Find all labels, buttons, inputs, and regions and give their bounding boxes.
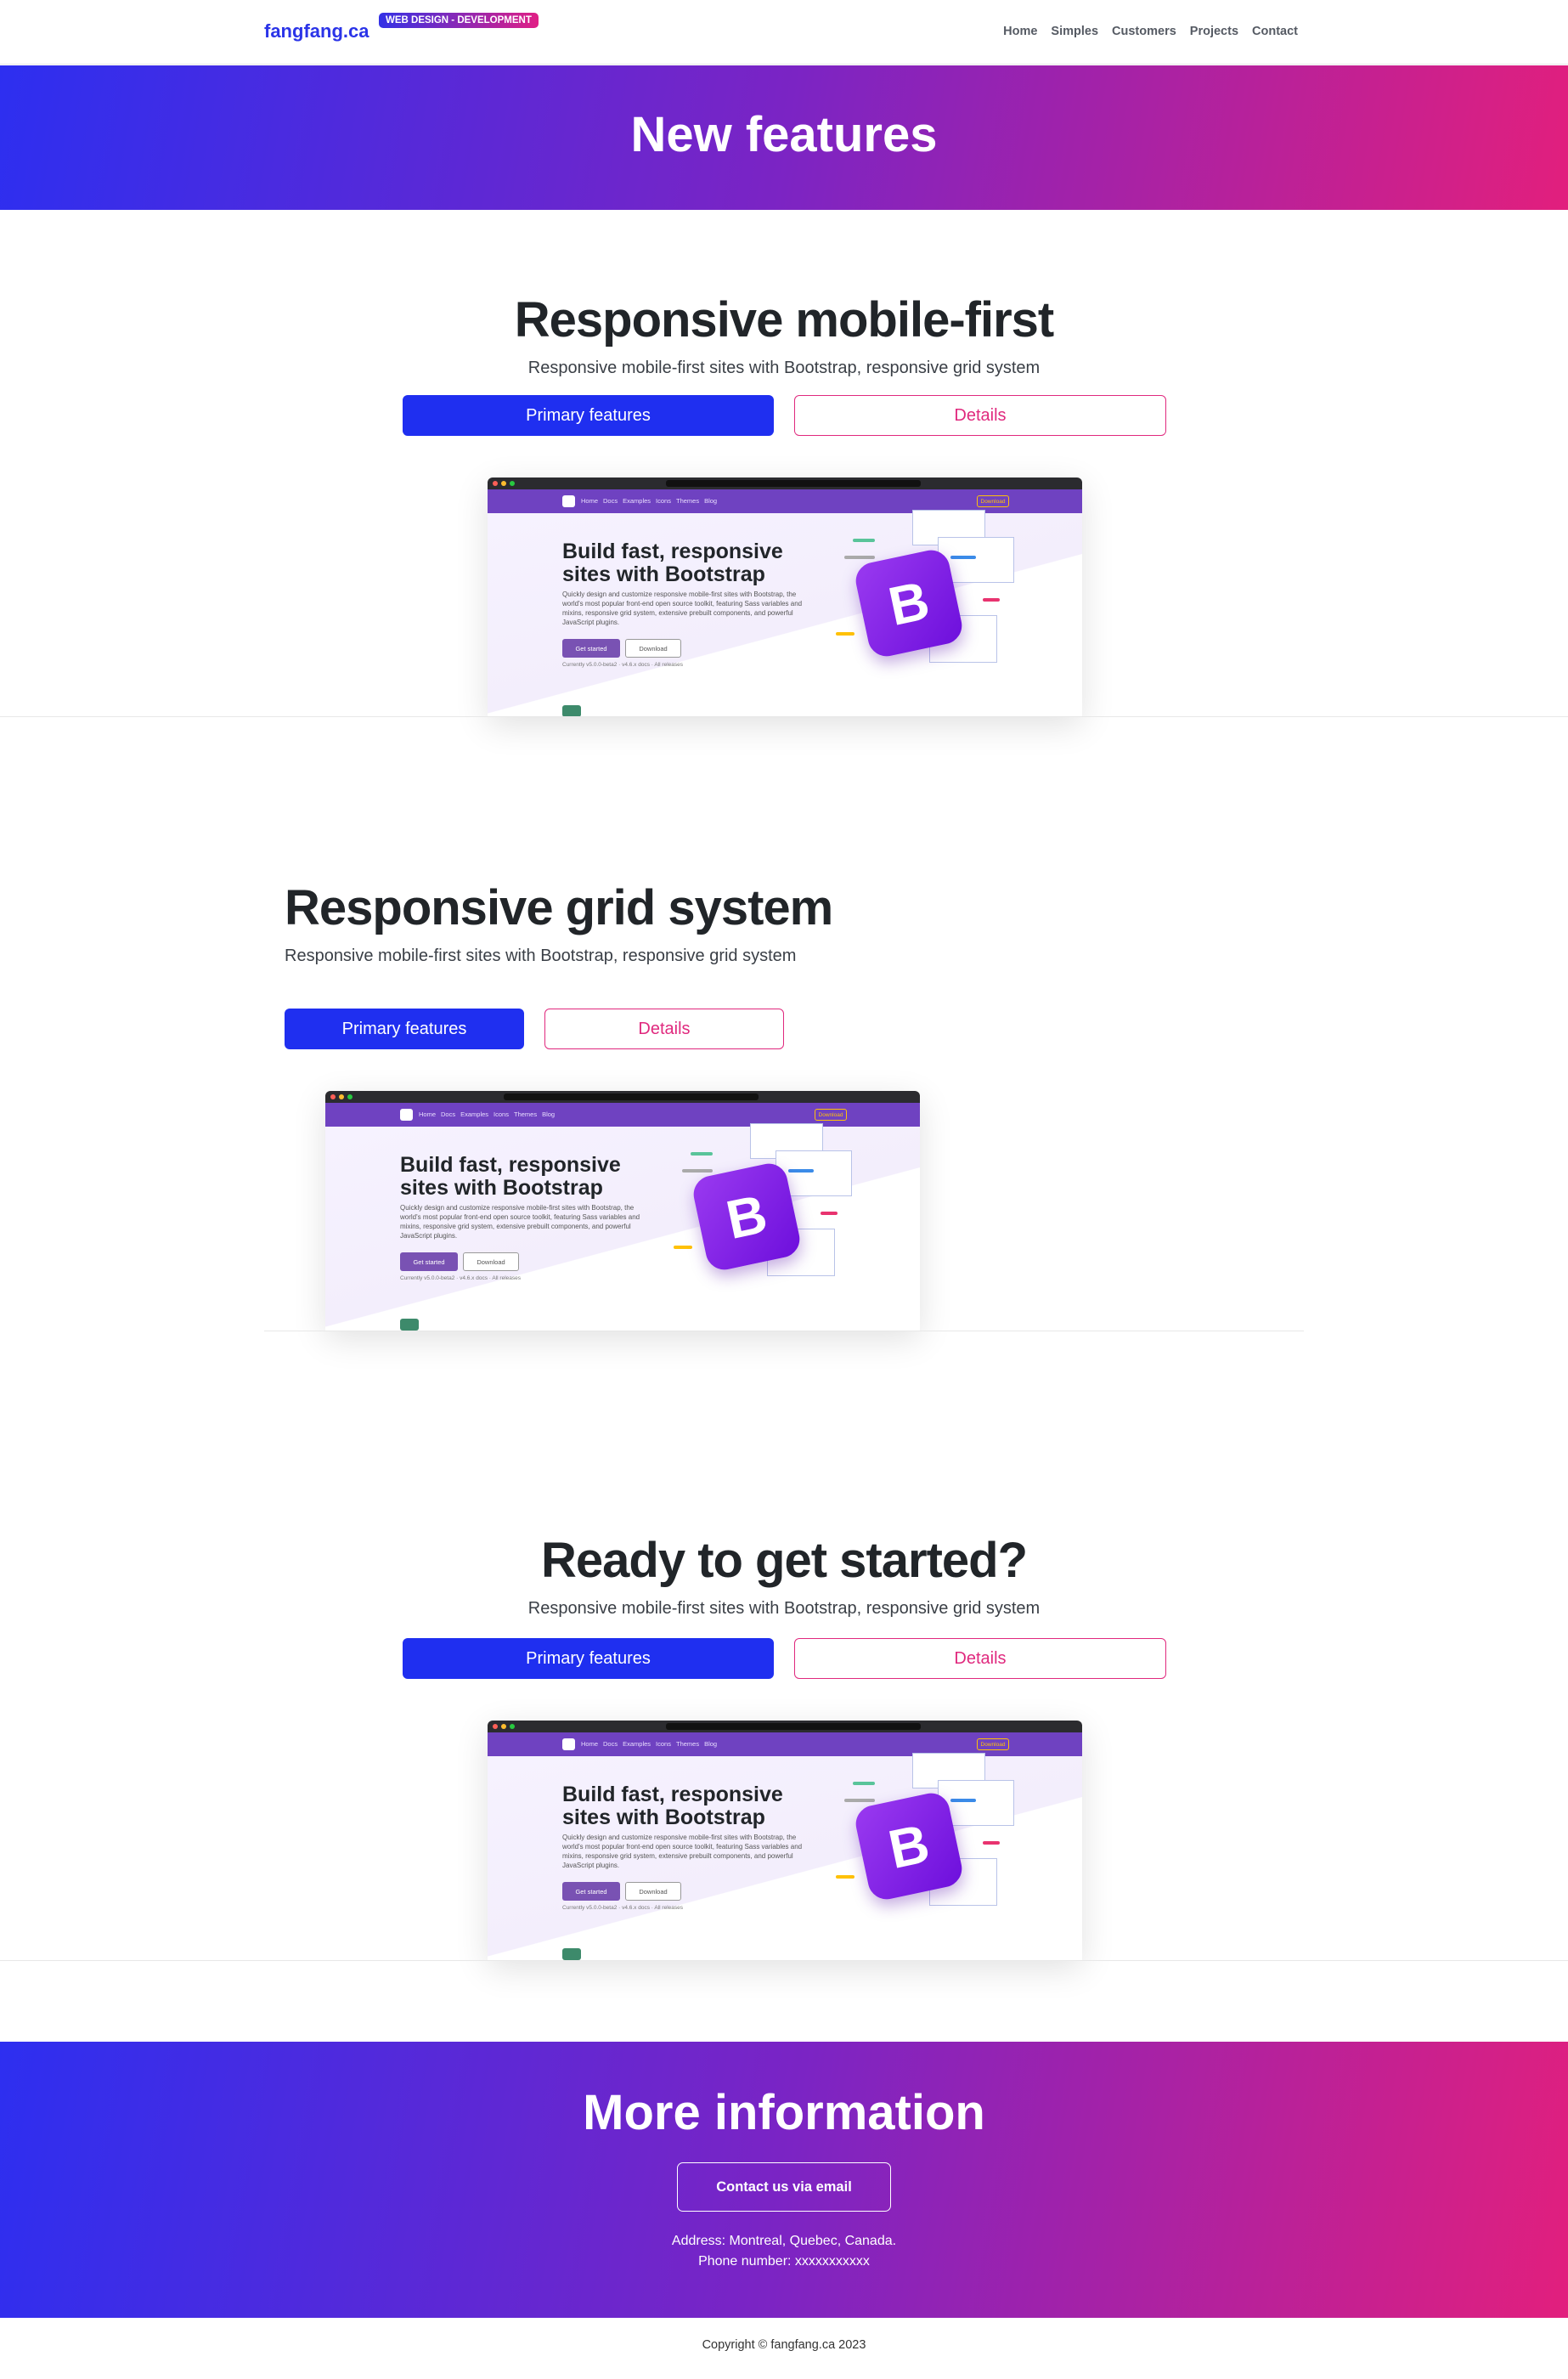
mock-nav-item: Blog — [704, 497, 718, 505]
phone-text: Phone number: xxxxxxxxxxx — [698, 2254, 870, 2269]
mock-nav-item: Themes — [675, 1740, 700, 1748]
mock-nav-item: Blog — [704, 1740, 718, 1748]
contact-email-button[interactable]: Contact us via email — [677, 2162, 891, 2212]
details-button[interactable]: Details — [794, 1638, 1166, 1679]
navbar: fangfang.ca WEB DESIGN - DEVELOPMENT Hom… — [0, 0, 1568, 65]
section-subtitle: Responsive mobile-first sites with Boots… — [527, 359, 1041, 377]
copyright: Copyright © fangfang.ca 2023 — [702, 2338, 866, 2352]
mock-download-btn: Download — [625, 639, 681, 658]
mock-headline: Build fast, responsive sites with Bootst… — [562, 540, 783, 586]
mock-nav-item: Examples — [623, 1740, 651, 1748]
section-title: Ready to get started? — [541, 1533, 1028, 1588]
more-information-banner: More information Contact us via email Ad… — [0, 2042, 1568, 2318]
feature-section-1: Responsive mobile-first Responsive mobil… — [0, 211, 1568, 717]
nav-link-customers[interactable]: Customers — [1112, 25, 1176, 38]
mock-get-started: Get started — [400, 1252, 458, 1271]
mock-nav-item: Home — [419, 1110, 437, 1118]
bootstrap-b-icon: B — [852, 546, 966, 660]
mock-nav-item: Themes — [675, 497, 700, 505]
bootstrap-logo-icon — [400, 1109, 413, 1121]
brand-logo[interactable]: fangfang.ca — [264, 20, 369, 42]
bootstrap-screenshot: Home Docs Examples Icons Themes Blog Dow… — [325, 1091, 920, 1331]
nav-links: Home Simples Customers Projects Contact — [1003, 25, 1298, 38]
mock-paragraph: Quickly design and customize responsive … — [562, 1834, 803, 1869]
bootstrap-b-icon: B — [852, 1789, 966, 1903]
mock-nav-item: Examples — [460, 1110, 489, 1118]
primary-features-button[interactable]: Primary features — [403, 395, 774, 436]
hero-title: New features — [630, 107, 938, 162]
mock-nav-item: Home — [581, 497, 599, 505]
details-button[interactable]: Details — [794, 395, 1166, 436]
bootstrap-screenshot: Home Docs Examples Icons Themes Blog Dow… — [488, 477, 1082, 717]
mock-nav-item: Blog — [542, 1110, 556, 1118]
mock-nav-item: Docs — [603, 497, 618, 505]
details-button[interactable]: Details — [544, 1009, 784, 1049]
mock-paragraph: Quickly design and customize responsive … — [400, 1204, 640, 1240]
mock-nav-item: Icons — [656, 497, 671, 505]
mock-currently: Currently v5.0.0-beta2 · v4.6.x docs · A… — [562, 1905, 683, 1911]
mock-nav-item: Examples — [623, 497, 651, 505]
mock-nav-item: Home — [581, 1740, 599, 1748]
nav-link-contact[interactable]: Contact — [1252, 25, 1298, 38]
mock-nav-item: Themes — [513, 1110, 538, 1118]
bootstrap-b-icon: B — [690, 1160, 804, 1274]
mock-headline: Build fast, responsive sites with Bootst… — [562, 1783, 783, 1829]
mock-nav-item: Icons — [656, 1740, 671, 1748]
feature-section-2: Responsive grid system Responsive mobile… — [0, 718, 1568, 1331]
nav-link-projects[interactable]: Projects — [1190, 25, 1238, 38]
mock-get-started: Get started — [562, 1882, 620, 1901]
mock-nav-item: Icons — [494, 1110, 509, 1118]
bootstrap-logo-icon — [562, 1738, 575, 1750]
section-subtitle: Responsive mobile-first sites with Boots… — [285, 947, 797, 965]
mock-headline: Build fast, responsive sites with Bootst… — [400, 1153, 621, 1200]
section-subtitle: Responsive mobile-first sites with Boots… — [527, 1599, 1041, 1618]
mock-get-started: Get started — [562, 639, 620, 658]
mock-paragraph: Quickly design and customize responsive … — [562, 591, 803, 626]
bootstrap-logo-icon — [562, 495, 575, 507]
nav-link-home[interactable]: Home — [1003, 25, 1037, 38]
section-title: Responsive mobile-first — [514, 292, 1054, 348]
mock-nav-item: Docs — [441, 1110, 456, 1118]
hero-banner: New features — [0, 65, 1568, 210]
feature-section-3: Ready to get started? Responsive mobile-… — [0, 1332, 1568, 1961]
mock-download-btn: Download — [463, 1252, 519, 1271]
primary-features-button[interactable]: Primary features — [285, 1009, 524, 1049]
mock-currently: Currently v5.0.0-beta2 · v4.6.x docs · A… — [562, 662, 683, 668]
address-text: Address: Montreal, Quebec, Canada. — [671, 2234, 897, 2248]
tagline-badge: WEB DESIGN - DEVELOPMENT — [379, 13, 539, 28]
primary-features-button[interactable]: Primary features — [403, 1638, 774, 1679]
more-title: More information — [583, 2085, 985, 2140]
section-title: Responsive grid system — [285, 880, 833, 935]
contact-details: Address: Montreal, Quebec, Canada. Phone… — [0, 2231, 1568, 2272]
mock-download: Download — [815, 1109, 847, 1121]
mock-download: Download — [977, 1738, 1009, 1750]
bootstrap-screenshot: Home Docs Examples Icons Themes Blog Dow… — [488, 1721, 1082, 1960]
nav-link-simples[interactable]: Simples — [1051, 25, 1098, 38]
mock-nav-item: Docs — [603, 1740, 618, 1748]
mock-currently: Currently v5.0.0-beta2 · v4.6.x docs · A… — [400, 1275, 521, 1281]
mock-download: Download — [977, 495, 1009, 507]
mock-download-btn: Download — [625, 1882, 681, 1901]
